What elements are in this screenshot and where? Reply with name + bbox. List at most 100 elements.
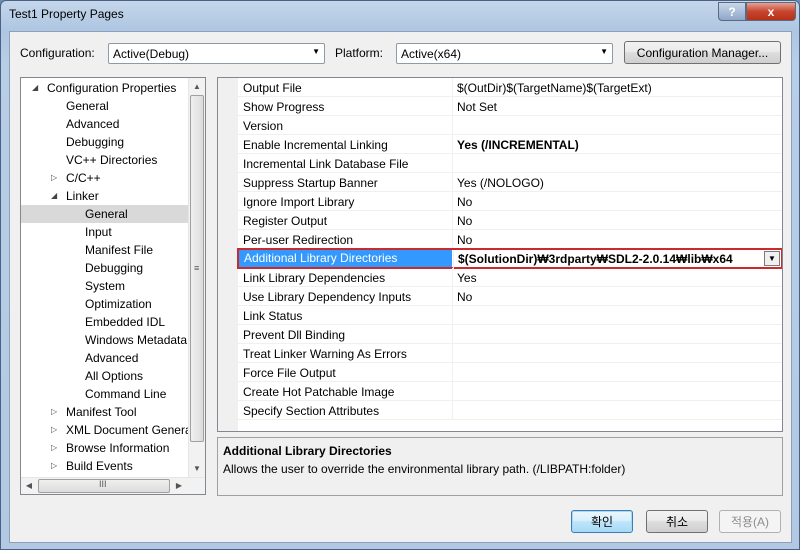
property-name: Output File [243, 81, 302, 95]
column-divider [453, 250, 454, 269]
tree-item[interactable]: Input [21, 223, 188, 241]
property-row[interactable]: Link Status [238, 306, 782, 325]
property-row[interactable]: Version [238, 116, 782, 135]
property-value: Not Set [457, 100, 498, 114]
close-button[interactable]: x [746, 2, 796, 21]
tree-item[interactable]: ▷ Manifest Tool [21, 403, 188, 421]
dropdown-arrow-icon[interactable]: ▼ [764, 251, 780, 266]
chevron-down-icon: ▼ [600, 47, 608, 56]
column-divider [452, 268, 453, 287]
platform-value: Active(x64) [401, 47, 462, 61]
tree-item[interactable]: System [21, 277, 188, 295]
property-row[interactable]: Prevent Dll Binding [238, 325, 782, 344]
scroll-left-icon[interactable]: ◀ [21, 478, 37, 494]
tree-item[interactable]: General [21, 205, 188, 223]
tree-item[interactable]: Windows Metadata [21, 331, 188, 349]
expanded-arrow-icon[interactable]: ◢ [32, 79, 38, 97]
scroll-down-icon[interactable]: ▼ [189, 460, 205, 477]
tree-item[interactable]: Manifest File [21, 241, 188, 259]
tree-item[interactable]: Advanced [21, 115, 188, 133]
window-title: Test1 Property Pages [9, 7, 124, 21]
property-value: $(OutDir)$(TargetName)$(TargetExt) [457, 81, 652, 95]
expanded-arrow-icon[interactable]: ◢ [51, 187, 57, 205]
tree-item[interactable]: Command Line [21, 385, 188, 403]
property-name: Create Hot Patchable Image [243, 385, 395, 399]
apply-button[interactable]: 적용(A) [719, 510, 781, 533]
property-name: Show Progress [243, 100, 325, 114]
property-row[interactable]: Incremental Link Database File [238, 154, 782, 173]
tree-item[interactable]: ▷ Browse Information [21, 439, 188, 457]
tree-horizontal-scrollbar[interactable]: ◀ III ▶ [21, 477, 205, 494]
tree-item-label: Build Events [66, 459, 133, 473]
property-row[interactable]: Show Progress Not Set [238, 97, 782, 116]
property-value: No [457, 195, 473, 209]
property-row[interactable]: Suppress Startup Banner Yes (/NOLOGO) [238, 173, 782, 192]
column-divider [452, 344, 453, 363]
platform-dropdown[interactable]: Active(x64) ▼ [396, 43, 613, 64]
tree-item[interactable]: Optimization [21, 295, 188, 313]
tree-item[interactable]: Debugging [21, 259, 188, 277]
tree-item[interactable]: VC++ Directories [21, 151, 188, 169]
scroll-up-icon[interactable]: ▲ [189, 78, 205, 95]
property-value: No [457, 214, 473, 228]
property-row[interactable]: Use Library Dependency Inputs No [238, 287, 782, 306]
cancel-button[interactable]: 취소 [646, 510, 708, 533]
tree-item-label: Advanced [85, 351, 139, 365]
tree-item-label: Debugging [66, 135, 125, 149]
column-divider [452, 363, 453, 382]
tree-item[interactable]: All Options [21, 367, 188, 385]
tree-item[interactable]: General [21, 97, 188, 115]
property-name: Specify Section Attributes [243, 404, 380, 418]
column-divider [452, 306, 453, 325]
property-row[interactable]: Link Library Dependencies Yes [238, 268, 782, 287]
ok-button[interactable]: 확인 [571, 510, 633, 533]
collapsed-arrow-icon[interactable]: ▷ [51, 457, 57, 475]
collapsed-arrow-icon[interactable]: ▷ [51, 421, 57, 439]
tree-item[interactable]: ▷ C/C++ [21, 169, 188, 187]
collapsed-arrow-icon[interactable]: ▷ [51, 403, 57, 421]
property-row[interactable]: Enable Incremental Linking Yes (/INCREMEN… [238, 135, 782, 154]
property-value: No [457, 290, 473, 304]
description-text: Allows the user to override the environm… [223, 462, 626, 476]
tree-item-label: General [85, 207, 128, 221]
tree-item[interactable]: Advanced [21, 349, 188, 367]
tree-item[interactable]: Debugging [21, 133, 188, 151]
tree-item[interactable]: ▷ XML Document Generator [21, 421, 205, 439]
scroll-right-icon[interactable]: ▶ [171, 478, 187, 494]
column-divider [452, 97, 453, 116]
tree-item-label: VC++ Directories [66, 153, 158, 167]
tree-item[interactable]: ◢ Linker [21, 187, 188, 205]
property-row[interactable]: Per-user Redirection No [238, 230, 782, 249]
column-divider [452, 116, 453, 135]
tree-item-label: Embedded IDL [85, 315, 166, 329]
property-row[interactable]: Register Output No [238, 211, 782, 230]
property-name: Prevent Dll Binding [243, 328, 346, 342]
scroll-thumb[interactable]: ≡ [190, 95, 204, 442]
property-row[interactable]: Output File $(OutDir)$(TargetName)$(Targe… [238, 78, 782, 97]
property-value: No [457, 233, 473, 247]
configuration-manager-button[interactable]: Configuration Manager... [624, 41, 781, 64]
scroll-thumb[interactable]: III [38, 479, 170, 493]
tree-item[interactable]: Embedded IDL [21, 313, 188, 331]
tree-item[interactable]: ◢ Configuration Properties [21, 79, 188, 97]
property-row[interactable]: Additional Library Directories $(Solution… [237, 248, 782, 269]
configuration-value: Active(Debug) [113, 47, 190, 61]
property-row[interactable]: Specify Section Attributes [238, 401, 782, 420]
configuration-dropdown[interactable]: Active(Debug) ▼ [108, 43, 325, 64]
collapsed-arrow-icon[interactable]: ▷ [51, 439, 57, 457]
property-row[interactable]: Force File Output [238, 363, 782, 382]
configuration-label: Configuration: [20, 46, 95, 60]
collapsed-arrow-icon[interactable]: ▷ [51, 169, 57, 187]
tree-item[interactable]: ▷ Build Events [21, 457, 188, 475]
tree-item-label: All Options [85, 369, 144, 383]
help-button[interactable]: ? [718, 2, 746, 21]
property-row[interactable]: Ignore Import Library No [238, 192, 782, 211]
tree-vertical-scrollbar[interactable]: ▲ ≡ ▼ [188, 78, 205, 477]
property-grid: Output File $(OutDir)$(TargetName)$(Targe… [217, 77, 783, 432]
property-value[interactable]: $(SolutionDir)₩3rdparty₩SDL2-2.0.14₩lib₩… [458, 252, 733, 266]
property-name: Link Status [243, 309, 303, 323]
tree-item-label: XML Document Generator [66, 423, 206, 437]
property-row[interactable]: Create Hot Patchable Image [238, 382, 782, 401]
property-row[interactable]: Treat Linker Warning As Errors [238, 344, 782, 363]
property-name: Ignore Import Library [243, 195, 355, 209]
